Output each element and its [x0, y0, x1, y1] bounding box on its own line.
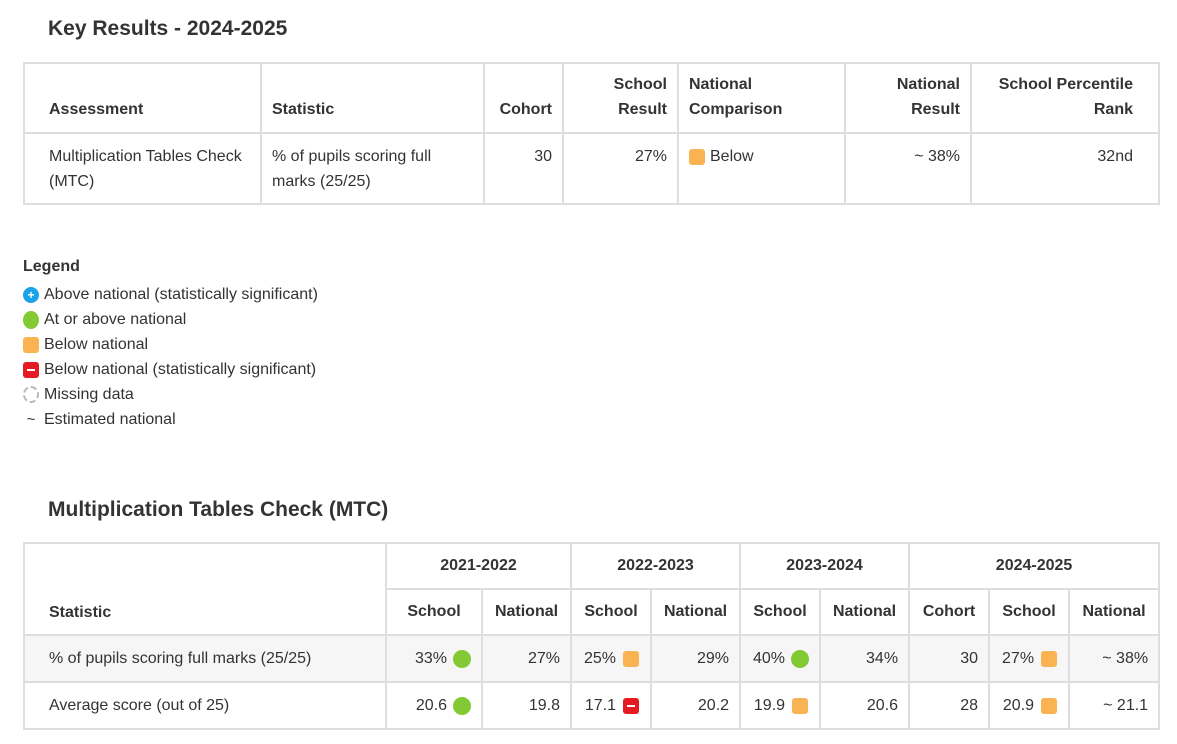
key-results-title: Key Results - 2024-2025 [48, 17, 288, 40]
amber-square-icon [1041, 697, 1058, 714]
national-cell: ~ 38% [1068, 634, 1161, 683]
header-national: National [650, 588, 742, 636]
mtc-table: Statistic 2021-2022 2022-2023 2023-2024 … [23, 542, 1161, 730]
school-value: 20.9 [1002, 696, 1035, 714]
school-value: 33% [414, 649, 447, 667]
school-value: 25% [583, 649, 617, 667]
header-assessment: Assessment [23, 62, 262, 134]
header-national: National [819, 588, 911, 636]
legend: Legend + Above national (statistically s… [23, 257, 318, 432]
year-header: 2022-2023 [570, 542, 742, 590]
school-cell: 20.9 [988, 681, 1071, 730]
green-circle-icon [23, 310, 39, 329]
header-national-comparison: National Comparison [677, 62, 846, 134]
cohort-cell: 30 [483, 132, 564, 205]
national-cell: 34% [819, 634, 911, 683]
legend-item: Below national (statistically significan… [23, 357, 318, 382]
national-cell: 19.8 [480, 681, 573, 730]
amber-square-icon [623, 650, 640, 667]
legend-label: Estimated national [44, 411, 176, 428]
header-school: School [739, 588, 822, 636]
header-national-result: National Result [844, 62, 972, 134]
amber-square-icon [23, 336, 39, 353]
legend-item: + Above national (statistically signific… [23, 282, 318, 307]
school-cell: 25% [570, 634, 653, 683]
header-cohort: Cohort [908, 588, 991, 636]
school-value: 19.9 [753, 696, 786, 714]
school-value: 40% [753, 649, 786, 667]
table-row: Average score (out of 25) 20.6 19.8 17.1… [23, 681, 1161, 730]
comparison-label: Below [710, 148, 754, 165]
header-percentile-rank: School Percentile Rank [970, 62, 1160, 134]
red-minus-square-icon [23, 361, 39, 378]
green-circle-icon [453, 696, 471, 715]
legend-item: Below national [23, 332, 318, 357]
key-results-table: Assessment Statistic Cohort School Resul… [23, 62, 1160, 205]
legend-item: ~ Estimated national [23, 407, 318, 432]
school-cell: 19.9 [739, 681, 822, 730]
school-cell: 20.6 [385, 681, 483, 730]
statistic-cell: % of pupils scoring full marks (25/25) [260, 132, 485, 205]
national-comparison-cell: Below [677, 132, 846, 205]
legend-item: At or above national [23, 307, 318, 332]
key-results-header-row: Assessment Statistic Cohort School Resul… [23, 62, 1160, 134]
national-cell: ~ 21.1 [1068, 681, 1161, 730]
national-cell: 29% [650, 634, 742, 683]
national-cell: 20.2 [650, 681, 742, 730]
percentile-rank-cell: 32nd [970, 132, 1160, 205]
header-statistic: Statistic [260, 62, 485, 134]
school-cell: 27% [988, 634, 1071, 683]
green-circle-icon [791, 649, 810, 668]
school-result-cell: 27% [562, 132, 679, 205]
plus-circle-icon: + [23, 286, 39, 303]
red-minus-square-icon [623, 697, 640, 714]
green-circle-icon [453, 649, 471, 668]
legend-label: Missing data [44, 386, 134, 403]
statistic-label: Average score (out of 25) [23, 681, 387, 730]
amber-square-icon [1041, 650, 1058, 667]
national-result-cell: ~ 38% [844, 132, 972, 205]
school-cell: 17.1 [570, 681, 653, 730]
header-school: School [385, 588, 483, 636]
legend-label: Below national [44, 336, 149, 353]
header-cohort: Cohort [483, 62, 564, 134]
header-school: School [570, 588, 653, 636]
header-statistic: Statistic [23, 542, 387, 636]
school-value: 17.1 [584, 696, 617, 714]
tilde-symbol: ~ [26, 411, 36, 428]
amber-square-icon [792, 697, 809, 714]
mtc-title: Multiplication Tables Check (MTC) [48, 498, 389, 521]
year-header-row: Statistic 2021-2022 2022-2023 2023-2024 … [23, 542, 1161, 636]
cohort-cell: 28 [908, 681, 991, 730]
year-header: 2021-2022 [384, 542, 573, 590]
table-row: % of pupils scoring full marks (25/25) 3… [23, 634, 1161, 683]
school-value: 20.6 [415, 696, 447, 714]
school-value: 27% [1002, 649, 1035, 667]
missing-circle-icon [23, 386, 39, 403]
header-school-result: School Result [562, 62, 679, 134]
table-row: Multiplication Tables Check (MTC) % of p… [23, 132, 1160, 205]
header-school: School [988, 588, 1071, 636]
legend-title: Legend [23, 258, 80, 275]
year-header: 2024-2025 [908, 542, 1161, 590]
year-header: 2023-2024 [739, 542, 911, 590]
school-cell: 40% [739, 634, 822, 683]
school-cell: 33% [385, 634, 483, 683]
header-national: National [1068, 588, 1161, 636]
national-cell: 27% [480, 634, 573, 683]
statistic-label: % of pupils scoring full marks (25/25) [23, 634, 387, 683]
legend-label: At or above national [44, 311, 187, 328]
header-national: National [480, 588, 573, 636]
cohort-cell: 30 [908, 634, 991, 683]
assessment-cell: Multiplication Tables Check (MTC) [23, 132, 262, 205]
legend-label: Below national (statistically significan… [44, 361, 317, 378]
amber-square-icon [689, 148, 705, 165]
legend-label: Above national (statistically significan… [44, 286, 318, 303]
legend-item: Missing data [23, 382, 318, 407]
national-cell: 20.6 [819, 681, 911, 730]
